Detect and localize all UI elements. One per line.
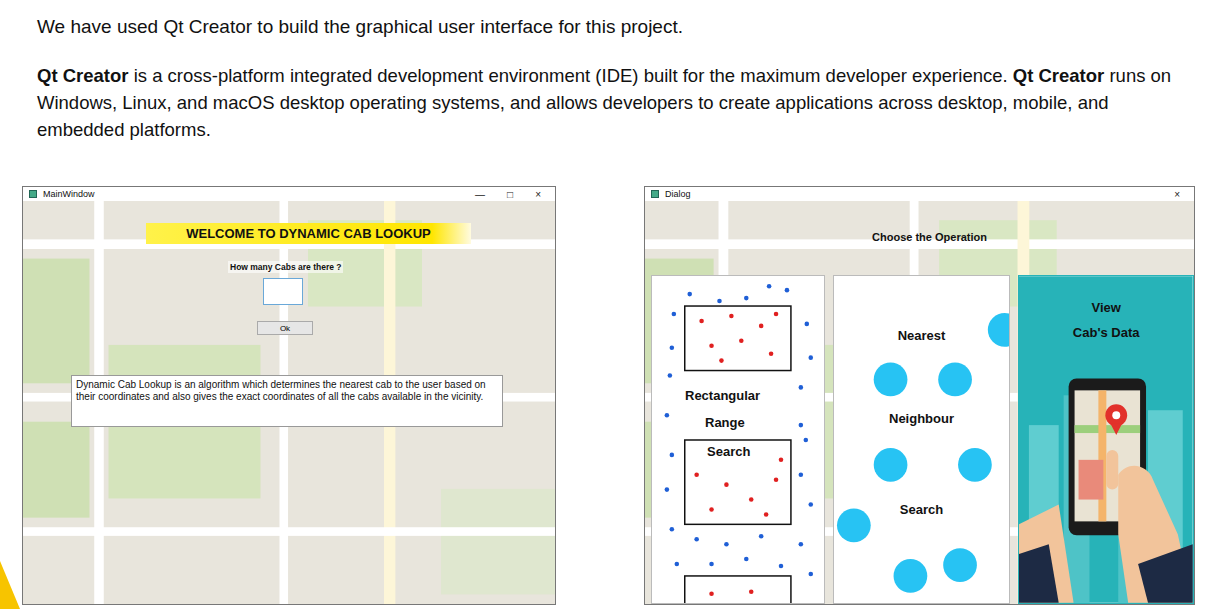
title-bar: MainWindow — □ ×	[23, 187, 555, 201]
welcome-banner: WELCOME TO DYNAMIC CAB LOOKUP	[146, 223, 471, 244]
main-window: MainWindow — □ × WELCOME TO DYNAMIC CAB LO…	[22, 186, 556, 605]
nearest-neighbour-icon	[834, 276, 1010, 603]
label-line: Cab's Data	[1073, 325, 1140, 340]
window-control[interactable]: □	[499, 189, 521, 200]
slide-text: We have used Qt Creator to build the gra…	[0, 0, 1218, 186]
operation-panels: Rectangular Range Search Nearest Neighbour S…	[645, 275, 1194, 604]
title-bar: Dialog ×	[645, 187, 1194, 201]
slide: We have used Qt Creator to build the gra…	[0, 0, 1218, 609]
dialog-heading: Choose the Operation	[872, 231, 987, 261]
bold-text: Qt Creator	[37, 65, 129, 86]
bold-text: Qt Creator	[1013, 65, 1105, 86]
description-box: Dynamic Cab Lookup is an algorithm which…	[71, 375, 503, 427]
cab-count-label: How many Cabs are there ?	[228, 261, 343, 273]
operation-button[interactable]: Rectangular Range Search	[651, 275, 825, 604]
window-control[interactable]: ×	[527, 189, 549, 200]
ok-button[interactable]: Ok	[257, 321, 313, 335]
operation-button[interactable]: View Cab's Data	[1018, 275, 1194, 604]
label-line: Search	[900, 502, 943, 517]
label-line: Neighbour	[889, 411, 954, 426]
app-icon	[651, 190, 659, 198]
intro-text: We have used Qt Creator to build the gra…	[37, 13, 1188, 40]
window-title: Dialog	[665, 189, 691, 199]
operation-label: View Cab's Data	[1019, 276, 1193, 340]
cab-count-input[interactable]	[263, 278, 303, 305]
corner-decoration	[0, 561, 20, 609]
operation-label: Nearest Neighbour Search	[834, 276, 1010, 517]
dialog-window: Dialog × Choose the Operation Rectangula…	[644, 186, 1195, 605]
range-search-icon	[652, 276, 824, 603]
label-line: Search	[685, 444, 750, 459]
label-line: View	[1091, 300, 1120, 315]
operation-button[interactable]: Nearest Neighbour Search	[833, 275, 1011, 604]
label-line: Nearest	[898, 328, 946, 343]
window-body: WELCOME TO DYNAMIC CAB LOOKUP How many C…	[23, 201, 555, 604]
window-title: MainWindow	[43, 189, 95, 199]
app-icon	[29, 190, 37, 198]
dialog-content: Choose the Operation Rectangular Range Sea…	[645, 201, 1194, 604]
text-run: is a cross-platform integrated developme…	[129, 65, 1013, 86]
description-paragraph: Qt Creator is a cross-platform integrate…	[37, 62, 1188, 143]
label-line: Range	[685, 415, 745, 430]
screenshots: MainWindow — □ × WELCOME TO DYNAMIC CAB LO…	[0, 186, 1218, 605]
main-content: WELCOME TO DYNAMIC CAB LOOKUP How many C…	[23, 201, 555, 427]
window-body: Choose the Operation Rectangular Range Sea…	[645, 201, 1194, 604]
label-line: Rectangular	[685, 388, 760, 403]
close-button[interactable]: ×	[1166, 189, 1188, 200]
operation-label: Rectangular Range Search	[652, 276, 824, 459]
window-control[interactable]: —	[467, 189, 493, 200]
